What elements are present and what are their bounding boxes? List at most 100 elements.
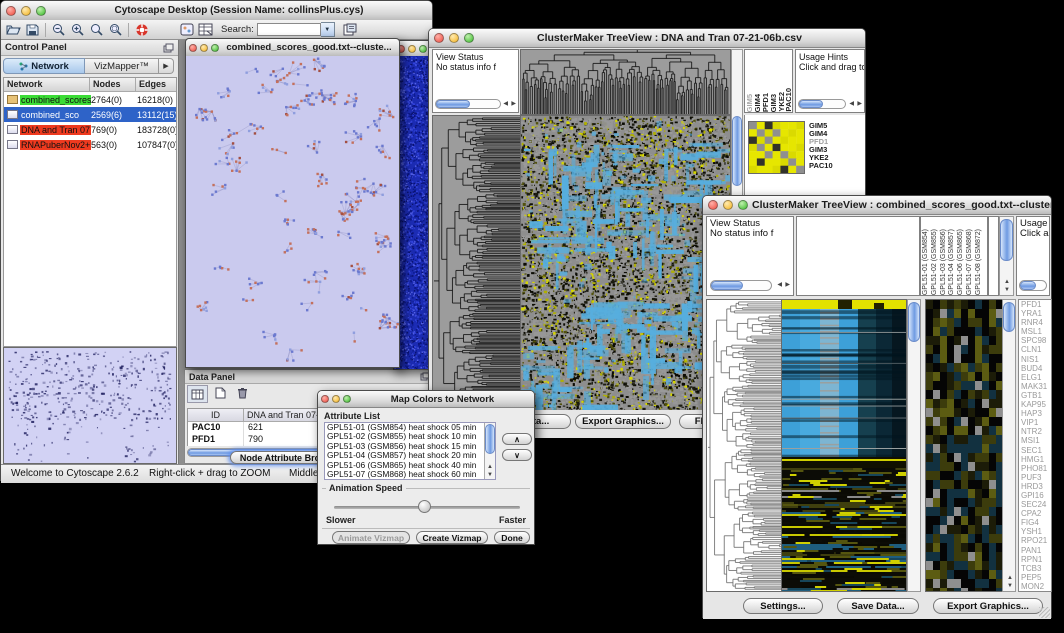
cluster-zoom-heatmap[interactable] [748,121,805,174]
column-label[interactable]: GPL51-04 (GSM857) [948,229,957,295]
gene-label[interactable]: PEP5 [1021,573,1051,582]
gene-label[interactable]: YRA1 [1021,309,1051,318]
zoom-window-icon[interactable] [343,395,351,403]
annotation-icon[interactable] [341,22,360,38]
scroll-left-icon[interactable]: ◀ [849,101,854,107]
zoom-window-icon[interactable] [464,33,474,43]
gene-label[interactable]: GPI16 [1021,491,1051,500]
search-input[interactable] [257,23,321,36]
column-label[interactable]: GPL51-07 (GSM868) [966,229,975,295]
close-icon[interactable] [189,44,197,52]
gene-label[interactable]: RPO21 [1021,536,1051,545]
col-header-edges[interactable]: Edges [136,78,176,91]
move-down-button[interactable]: ∨ [502,449,532,461]
new-attribute-icon[interactable] [211,385,230,401]
network-row[interactable]: RNAPuberNov2+ 563(0) 107847(0) [4,137,176,152]
minimize-icon[interactable] [332,395,340,403]
attribute-list[interactable]: GPL51-01 (GSM854) heat shock 05 minGPL51… [324,422,496,480]
minimize-icon[interactable] [449,33,459,43]
view-status-hscrollbar[interactable] [435,99,501,109]
zoom-out-icon[interactable] [49,22,68,38]
gene-label[interactable]: ELG1 [1021,373,1051,382]
attribute-select-icon[interactable] [187,385,208,403]
attribute-item[interactable]: GPL51-07 (GSM868) heat shock 60 min [325,470,495,479]
column-label[interactable]: GPL51-01 (GSM854) [922,229,931,295]
scroll-right-icon[interactable]: ▶ [857,101,862,107]
gene-label[interactable]: SPC98 [1021,336,1051,345]
gene-label[interactable]: TCB3 [1021,564,1051,573]
tab-network[interactable]: Network [3,58,85,74]
column-label[interactable]: GPL51-03 (GSM856) [940,229,949,295]
gene-label[interactable]: BUD4 [1021,364,1051,373]
column-label[interactable]: GPL51-06 (GSM865) [957,229,966,295]
zoom-fit-icon[interactable] [106,22,125,38]
gene-label[interactable]: MSI1 [1021,436,1051,445]
column-label[interactable]: GPL51-02 (GSM855) [931,229,940,295]
create-vizmap-button[interactable]: Create Vizmap [416,531,488,544]
scroll-down-icon[interactable]: ▼ [487,472,493,478]
close-icon[interactable] [6,6,16,16]
treeview1-row-dendrogram[interactable] [432,115,521,411]
usage-hints-hscrollbar[interactable] [1019,280,1047,291]
network-row[interactable]: combined_scores_ 2764(0) 16218(0) [4,92,176,107]
treeview2-column-dendrogram[interactable] [796,216,920,296]
zoom-selected-icon[interactable] [87,22,106,38]
scroll-left-icon[interactable]: ◀ [777,282,782,288]
attribute-list-vscrollbar[interactable]: ▲ ▼ [484,423,495,479]
zoom-in-icon[interactable] [68,22,87,38]
network-canvas[interactable] [186,56,399,367]
col-header-nodes[interactable]: Nodes [90,78,136,91]
open-session-icon[interactable] [4,22,23,38]
gene-label[interactable]: PFD1 [1021,300,1051,309]
slider-thumb[interactable] [418,500,431,513]
scroll-up-icon[interactable]: ▲ [1007,575,1013,581]
animate-vizmap-button[interactable]: Animate Vizmap [332,531,410,544]
delete-attribute-icon[interactable] [233,385,252,401]
main-titlebar[interactable]: Cytoscape Desktop (Session Name: collins… [1,1,432,21]
help-icon[interactable] [132,22,151,38]
treeview2-top-vscrollbar[interactable]: ▲ ▼ [999,216,1014,296]
gene-label[interactable]: CPA2 [1021,509,1051,518]
treeview2-heatmap[interactable] [781,299,907,592]
gene-label[interactable]: PUF3 [1021,473,1051,482]
zoom-window-icon[interactable] [738,200,748,210]
network-row[interactable]: DNA and Tran 07 769(0) 183728(0) [4,122,176,137]
settings-button[interactable]: Settings... [743,598,823,614]
gene-label[interactable]: NTR2 [1021,427,1051,436]
minimize-icon[interactable] [723,200,733,210]
export-graphics-button[interactable]: Export Graphics... [575,414,671,429]
gene-label[interactable]: MON2 [1021,582,1051,591]
gene-label[interactable]: CLN1 [1021,345,1051,354]
scroll-up-icon[interactable]: ▲ [487,464,493,470]
close-icon[interactable] [708,200,718,210]
gene-label[interactable]: PAN1 [1021,546,1051,555]
col-header-network[interactable]: Network [4,78,90,91]
move-up-button[interactable]: ∧ [502,433,532,445]
network-window-titlebar[interactable]: combined_scores_good.txt--cluste... [186,39,399,57]
export-graphics-button[interactable]: Export Graphics... [933,598,1043,614]
minimize-icon[interactable] [200,44,208,52]
gene-label[interactable]: PHO81 [1021,464,1051,473]
treeview2-titlebar[interactable]: ClusterMaker TreeView : combined_scores_… [703,196,1051,215]
scroll-left-icon[interactable]: ◀ [503,101,508,107]
zoom-window-icon[interactable] [36,6,46,16]
scroll-up-icon[interactable]: ▲ [1004,279,1010,285]
zoom-window-icon[interactable] [211,44,219,52]
search-dropdown-icon[interactable]: ▼ [321,22,335,37]
gene-label[interactable]: MAK31 [1021,382,1051,391]
gene-label[interactable]: YSH1 [1021,527,1051,536]
treeview2-row-dendrogram[interactable] [706,299,782,592]
column-label[interactable]: GPL51-08 (GSM872) [975,229,984,295]
gene-label[interactable]: PAC10 [809,162,859,170]
minimize-icon[interactable] [21,6,31,16]
zoom-window-icon[interactable] [419,45,427,53]
gene-label[interactable]: RPN1 [1021,555,1051,564]
treeview2-heatmap-vscrollbar[interactable] [907,299,921,592]
save-data-button[interactable]: Save Data... [837,598,919,614]
tab-vizmapper[interactable]: VizMapper™ [85,58,159,74]
gene-label[interactable]: RNR4 [1021,318,1051,327]
gene-label[interactable]: GTB1 [1021,391,1051,400]
gene-label[interactable]: HMG1 [1021,455,1051,464]
treeview1-column-dendrogram[interactable] [520,49,731,115]
attribute-browser-icon[interactable] [177,22,196,38]
